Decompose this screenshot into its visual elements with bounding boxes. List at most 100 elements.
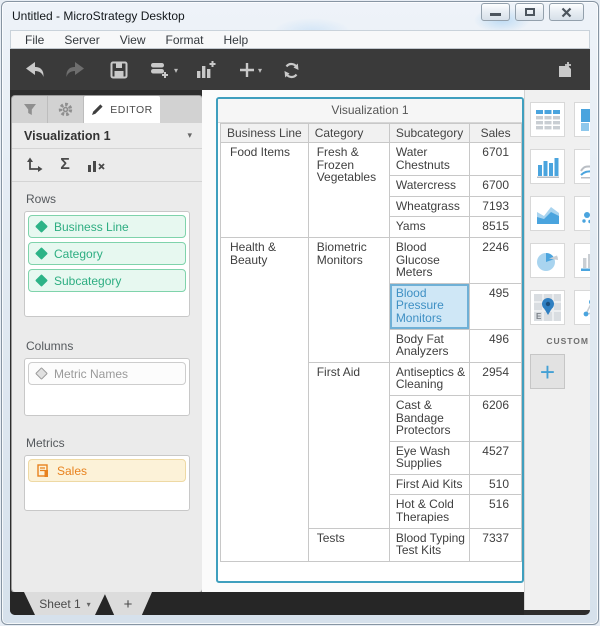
editor-panel: EDITOR Visualization 1 ▾ Σ Rows Business… xyxy=(12,96,202,592)
metric-pill-sales[interactable]: Sales xyxy=(28,459,186,482)
cell-category[interactable]: Tests xyxy=(307,527,390,562)
gallery-bubble-chart-button[interactable] xyxy=(574,196,590,231)
cell-subcategory[interactable]: Hot & Cold Therapies xyxy=(388,494,471,529)
cell-sales-value[interactable]: 7337 xyxy=(469,527,522,562)
column-pill-metric-names[interactable]: Metric Names xyxy=(28,362,186,385)
add-data-button[interactable] xyxy=(146,57,172,83)
swap-axes-button[interactable] xyxy=(22,153,46,177)
cell-category[interactable]: Fresh & Frozen Vegetables xyxy=(307,142,390,238)
pill-label: Category xyxy=(54,246,103,261)
cell-subcategory[interactable]: Yams xyxy=(388,216,471,238)
cell-sales-value[interactable]: 6701 xyxy=(469,141,522,177)
cell-subcategory[interactable]: First Aid Kits xyxy=(388,473,471,496)
attribute-icon xyxy=(35,220,48,233)
sheet-tab[interactable]: Sheet 1 ▾ xyxy=(24,592,106,615)
cell-sales-value[interactable]: 496 xyxy=(469,328,522,363)
cell-subcategory[interactable]: Water Chestnuts xyxy=(388,141,471,177)
cell-sales-value[interactable]: 510 xyxy=(469,473,522,496)
column-header-business-line[interactable]: Business Line xyxy=(220,123,309,143)
remove-chart-icon xyxy=(88,161,105,172)
cell-sales-value[interactable]: 6700 xyxy=(469,175,522,197)
row-pill-category[interactable]: Category xyxy=(28,242,186,265)
metrics-section-label: Metrics xyxy=(26,436,65,450)
remove-chart-button[interactable] xyxy=(84,153,108,177)
column-header-subcategory[interactable]: Subcategory xyxy=(388,123,471,143)
cell-category[interactable]: Biometric Monitors xyxy=(307,236,390,363)
new-dossier-page-button[interactable] xyxy=(552,57,578,83)
tab-filter[interactable] xyxy=(12,96,48,123)
row-pill-business-line[interactable]: Business Line xyxy=(28,215,186,238)
add-sheet-tab[interactable]: + xyxy=(104,592,152,615)
column-header-sales[interactable]: Sales xyxy=(469,123,522,143)
refresh-button[interactable] xyxy=(278,57,304,83)
cell-business-line[interactable]: Health & Beauty xyxy=(220,236,309,562)
menu-item-file[interactable]: File xyxy=(15,33,54,47)
visualization-container[interactable]: Visualization 1 Business Line Category Sub… xyxy=(216,97,524,583)
rows-dropzone[interactable]: Business Line Category Subcategory xyxy=(24,211,190,317)
gallery-bar-chart-button[interactable] xyxy=(530,149,565,184)
cell-subcategory[interactable]: Body Fat Analyzers xyxy=(388,328,471,363)
forward-icon xyxy=(66,62,84,77)
columns-dropzone[interactable]: Metric Names xyxy=(24,358,190,416)
filter-icon xyxy=(23,104,36,115)
row-pill-subcategory[interactable]: Subcategory xyxy=(28,269,186,292)
save-button[interactable] xyxy=(106,57,132,83)
gallery-combo-chart-button[interactable] xyxy=(574,243,590,278)
cell-category[interactable]: First Aid xyxy=(307,361,390,529)
add-visualization-button[interactable] xyxy=(192,57,218,83)
menu-item-view[interactable]: View xyxy=(110,33,156,47)
cell-subcategory[interactable]: Antiseptics & Cleaning xyxy=(388,361,471,396)
gallery-line-chart-button[interactable] xyxy=(574,149,590,184)
columns-section-label: Columns xyxy=(26,339,74,353)
restore-button[interactable] xyxy=(515,3,544,21)
cell-sales-value[interactable]: 8515 xyxy=(469,216,522,238)
cell-subcategory[interactable]: Wheatgrass xyxy=(388,195,471,218)
minimize-button[interactable] xyxy=(481,3,510,21)
cell-sales-value[interactable]: 516 xyxy=(469,494,522,529)
gallery-network-button[interactable] xyxy=(574,290,590,325)
cell-sales-value[interactable]: 7193 xyxy=(469,195,522,218)
menu-item-help[interactable]: Help xyxy=(214,33,259,47)
attribute-icon xyxy=(35,247,48,260)
menu-bar: File Server View Format Help xyxy=(10,30,590,49)
gallery-map-button[interactable]: E xyxy=(530,290,565,325)
pill-label: Business Line xyxy=(54,219,129,234)
cell-business-line[interactable]: Food Items xyxy=(220,142,309,238)
tab-format[interactable] xyxy=(48,96,84,123)
column-header-category[interactable]: Category xyxy=(307,123,390,143)
gallery-area-chart-button[interactable] xyxy=(530,196,565,231)
menu-item-server[interactable]: Server xyxy=(54,33,109,47)
cell-sales-value[interactable]: 6206 xyxy=(469,394,522,442)
cell-subcategory[interactable]: Watercress xyxy=(388,175,471,197)
cell-sales-value[interactable]: 2954 xyxy=(469,361,522,396)
totals-button[interactable]: Σ xyxy=(53,153,77,177)
gallery-pie-chart-button[interactable] xyxy=(530,243,565,278)
sigma-icon: Σ xyxy=(60,156,70,173)
forward-button[interactable] xyxy=(62,57,88,83)
close-button[interactable] xyxy=(549,3,584,21)
gallery-heat-map-button[interactable] xyxy=(574,102,590,137)
add-custom-visual-button[interactable]: + xyxy=(530,354,565,389)
tab-editor-label: EDITOR xyxy=(110,103,153,116)
cell-subcategory[interactable]: Blood Typing Test Kits xyxy=(388,527,471,562)
back-button[interactable] xyxy=(22,57,48,83)
custom-section-label: CUSTOM xyxy=(546,336,589,346)
cell-sales-value[interactable]: 4527 xyxy=(469,440,522,475)
pie-chart-icon xyxy=(536,252,558,271)
sheet-tab-label: Sheet 1 xyxy=(39,597,81,611)
cell-subcategory[interactable]: Blood Glucose Meters xyxy=(388,236,471,284)
bar-chart-icon xyxy=(536,157,559,178)
title-bar[interactable]: Untitled - MicroStrategy Desktop xyxy=(2,2,598,30)
menu-item-format[interactable]: Format xyxy=(155,33,213,47)
metrics-dropzone[interactable]: Sales xyxy=(24,455,190,511)
cell-subcategory[interactable]: Eye Wash Supplies xyxy=(388,440,471,475)
cell-sales-value[interactable]: 2246 xyxy=(469,236,522,284)
editor-toolrow: Σ xyxy=(12,149,202,182)
cell-subcategory-selected[interactable]: Blood Pressure Monitors xyxy=(388,282,471,330)
gallery-grid-button[interactable] xyxy=(530,102,565,137)
tab-editor[interactable]: EDITOR xyxy=(84,96,160,123)
cell-subcategory[interactable]: Cast & Bandage Protectors xyxy=(388,394,471,442)
visualization-selector[interactable]: Visualization 1 ▾ xyxy=(12,123,202,149)
add-button[interactable] xyxy=(234,57,260,83)
cell-sales-value[interactable]: 495 xyxy=(469,282,522,330)
